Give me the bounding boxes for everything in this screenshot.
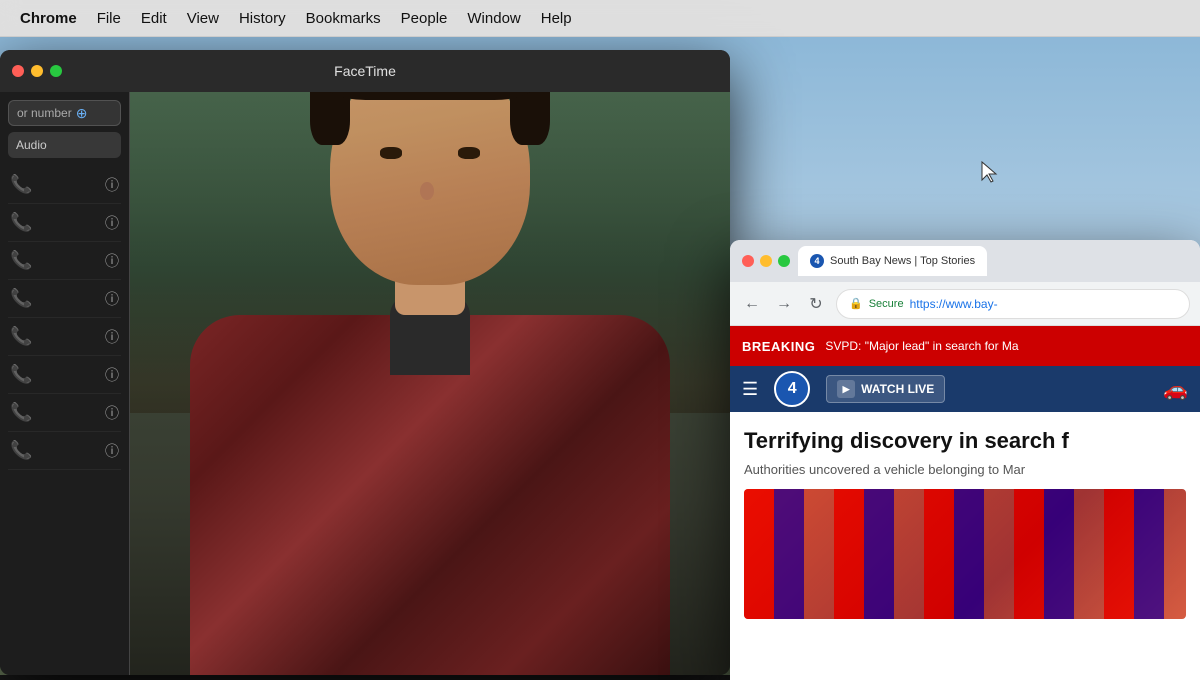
chrome-window-controls bbox=[742, 255, 790, 267]
news-headline: Terrifying discovery in search f bbox=[744, 428, 1186, 454]
tab-title: South Bay News | Top Stories bbox=[830, 255, 975, 267]
chrome-active-tab[interactable]: 4 South Bay News | Top Stories bbox=[798, 246, 987, 276]
secure-icon: 🔒 bbox=[849, 297, 863, 310]
tab-favicon: 4 bbox=[810, 254, 824, 268]
info-icon-8: ⓘ bbox=[105, 441, 119, 461]
breaking-label: BREAKING bbox=[742, 339, 815, 354]
menu-edit[interactable]: Edit bbox=[131, 10, 177, 27]
person-head bbox=[330, 92, 530, 285]
close-button[interactable] bbox=[12, 65, 24, 77]
watch-live-button[interactable]: ▶ WATCH LIVE bbox=[826, 375, 945, 403]
info-icon-1: ⓘ bbox=[105, 175, 119, 195]
news-nav: ☰ 4 ▶ WATCH LIVE 🚗 bbox=[730, 366, 1200, 412]
breaking-news-bar: BREAKING SVPD: "Major lead" in search fo… bbox=[730, 326, 1200, 366]
chrome-window: 4 South Bay News | Top Stories ← → ↻ 🔒 S… bbox=[730, 240, 1200, 680]
contact-row-4[interactable]: 📞 ⓘ bbox=[8, 280, 121, 318]
contact-row-5[interactable]: 📞 ⓘ bbox=[8, 318, 121, 356]
contact-row-3[interactable]: 📞 ⓘ bbox=[8, 242, 121, 280]
news-image-overlay bbox=[744, 489, 1186, 619]
phone-icon-8: 📞 bbox=[10, 440, 32, 461]
phone-icon-2: 📞 bbox=[10, 212, 32, 233]
reload-button[interactable]: ↻ bbox=[804, 292, 828, 316]
news-logo: 4 bbox=[774, 371, 810, 407]
phone-icon-6: 📞 bbox=[10, 364, 32, 385]
facetime-search[interactable]: or number ⊕ bbox=[8, 100, 121, 126]
facetime-titlebar: FaceTime bbox=[0, 50, 730, 92]
search-placeholder: or number bbox=[17, 106, 72, 120]
info-icon-5: ⓘ bbox=[105, 327, 119, 347]
menu-bar: Chrome File Edit View History Bookmarks … bbox=[0, 0, 1200, 37]
traffic-icon: 🚗 bbox=[1163, 377, 1188, 402]
play-icon: ▶ bbox=[837, 380, 855, 398]
menu-help[interactable]: Help bbox=[531, 10, 582, 27]
info-icon-6: ⓘ bbox=[105, 365, 119, 385]
face-scene bbox=[130, 92, 730, 675]
facetime-sidebar: or number ⊕ Audio 📞 ⓘ 📞 ⓘ 📞 ⓘ 📞 ⓘ 📞 ⓘ bbox=[0, 92, 130, 675]
news-subtext: Authorities uncovered a vehicle belongin… bbox=[744, 462, 1186, 477]
url-text: https://www.bay- bbox=[910, 297, 998, 311]
person-hair-right bbox=[510, 92, 550, 145]
audio-button[interactable]: Audio bbox=[8, 132, 121, 158]
phone-icon-1: 📞 bbox=[10, 174, 32, 195]
breaking-text: SVPD: "Major lead" in search for Ma bbox=[825, 339, 1018, 353]
menu-file[interactable]: File bbox=[87, 10, 131, 27]
person-left-eye bbox=[380, 147, 402, 159]
info-icon-4: ⓘ bbox=[105, 289, 119, 309]
chrome-maximize-btn[interactable] bbox=[778, 255, 790, 267]
person-hair bbox=[323, 92, 538, 100]
watch-live-label: WATCH LIVE bbox=[861, 382, 934, 396]
chrome-titlebar: 4 South Bay News | Top Stories bbox=[730, 240, 1200, 282]
menu-view[interactable]: View bbox=[177, 10, 229, 27]
menu-bookmarks[interactable]: Bookmarks bbox=[296, 10, 391, 27]
hamburger-menu-icon[interactable]: ☰ bbox=[742, 379, 758, 400]
facetime-window: FaceTime or number ⊕ Audio 📞 ⓘ 📞 ⓘ 📞 ⓘ 📞… bbox=[0, 50, 730, 675]
facetime-title: FaceTime bbox=[334, 63, 396, 79]
contact-row-1[interactable]: 📞 ⓘ bbox=[8, 166, 121, 204]
menu-people[interactable]: People bbox=[391, 10, 458, 27]
address-bar[interactable]: 🔒 Secure https://www.bay- bbox=[836, 289, 1190, 319]
person-right-eye bbox=[458, 147, 480, 159]
menu-history[interactable]: History bbox=[229, 10, 296, 27]
contact-row-7[interactable]: 📞 ⓘ bbox=[8, 394, 121, 432]
menu-window[interactable]: Window bbox=[457, 10, 530, 27]
person-hair-left bbox=[310, 92, 350, 145]
phone-icon-4: 📞 bbox=[10, 288, 32, 309]
chrome-toolbar: ← → ↻ 🔒 Secure https://www.bay- bbox=[730, 282, 1200, 326]
phone-icon-7: 📞 bbox=[10, 402, 32, 423]
person-container bbox=[190, 95, 670, 675]
chrome-close-btn[interactable] bbox=[742, 255, 754, 267]
secure-label: Secure bbox=[869, 298, 904, 310]
contact-row-6[interactable]: 📞 ⓘ bbox=[8, 356, 121, 394]
info-icon-3: ⓘ bbox=[105, 251, 119, 271]
phone-icon-3: 📞 bbox=[10, 250, 32, 271]
audio-label: Audio bbox=[16, 138, 47, 152]
minimize-button[interactable] bbox=[31, 65, 43, 77]
person-nose bbox=[420, 182, 434, 200]
phone-icon-5: 📞 bbox=[10, 326, 32, 347]
window-controls bbox=[12, 65, 62, 77]
news-content: Terrifying discovery in search f Authori… bbox=[730, 412, 1200, 635]
menu-chrome[interactable]: Chrome bbox=[10, 10, 87, 27]
news-image bbox=[744, 489, 1186, 619]
mouse-cursor bbox=[980, 160, 1000, 184]
back-button[interactable]: ← bbox=[740, 292, 764, 316]
maximize-button[interactable] bbox=[50, 65, 62, 77]
forward-button[interactable]: → bbox=[772, 292, 796, 316]
contact-row-8[interactable]: 📞 ⓘ bbox=[8, 432, 121, 470]
add-contact-icon[interactable]: ⊕ bbox=[76, 105, 88, 122]
info-icon-7: ⓘ bbox=[105, 403, 119, 423]
chrome-minimize-btn[interactable] bbox=[760, 255, 772, 267]
contact-row-2[interactable]: 📞 ⓘ bbox=[8, 204, 121, 242]
info-icon-2: ⓘ bbox=[105, 213, 119, 233]
facetime-video-area bbox=[130, 92, 730, 675]
